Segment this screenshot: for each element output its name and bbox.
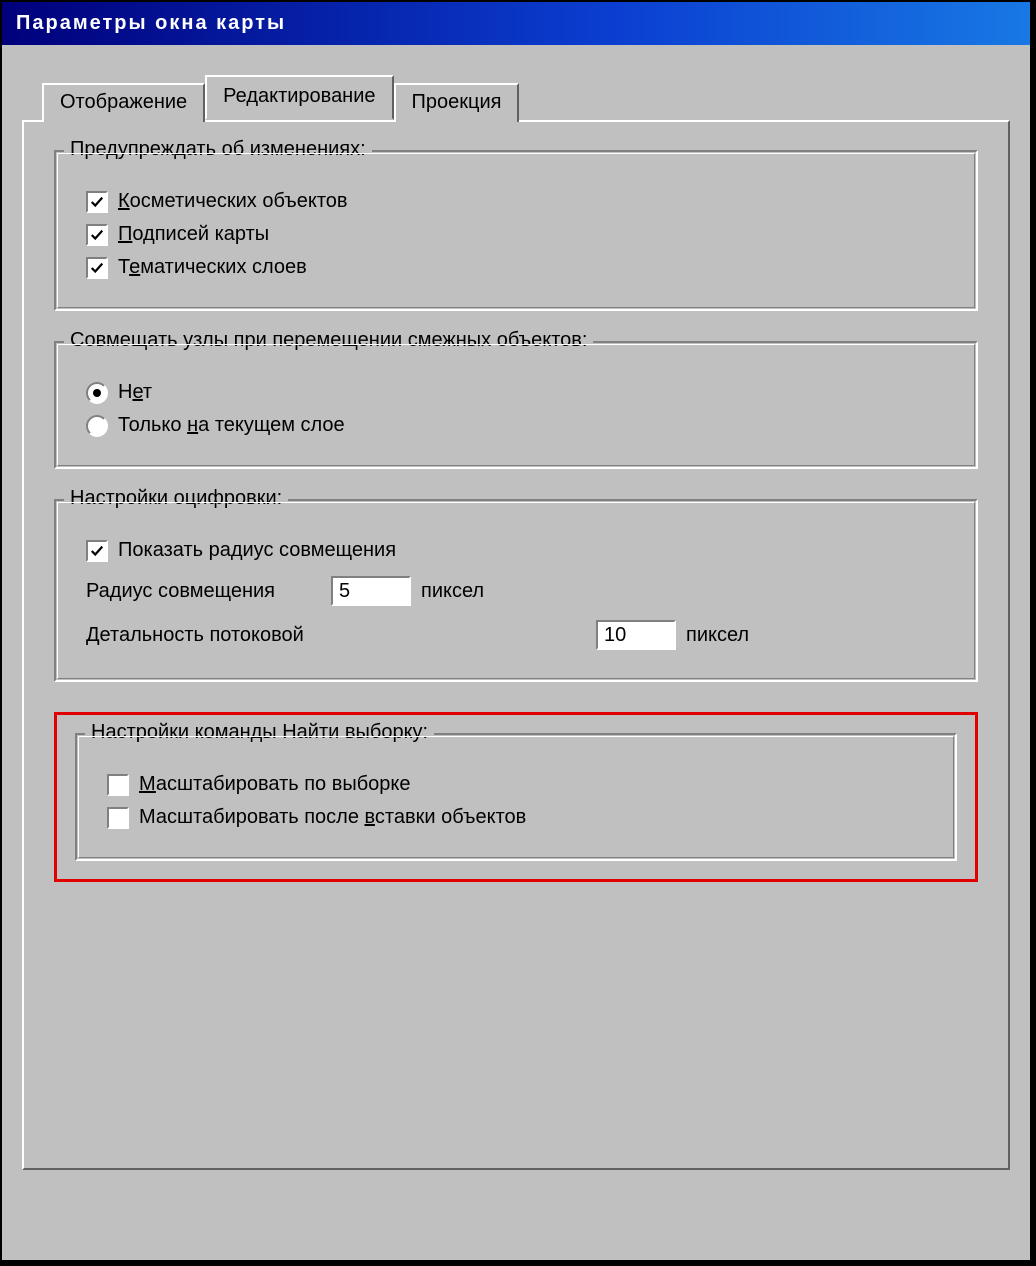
group-digitize-legend: Настройки оцифровки: bbox=[64, 487, 288, 510]
detail-unit: пиксел bbox=[686, 624, 749, 647]
group-find-selection: Настройки команды Найти выборку: Масштаб… bbox=[75, 733, 957, 861]
check-icon bbox=[90, 228, 104, 242]
radius-label: Радиус совмещения bbox=[86, 580, 321, 603]
check-labels[interactable]: Подписей карты bbox=[86, 223, 269, 246]
tab-display-label: Отображение bbox=[60, 91, 187, 113]
check-cosmetic-box bbox=[86, 191, 108, 213]
group-digitize: Настройки оцифровки: Показать радиус сов… bbox=[54, 499, 978, 682]
group-snap-legend: Совмещать узлы при перемещении смежных о… bbox=[64, 329, 593, 352]
radio-current-layer-label: Только на текущем слое bbox=[118, 414, 345, 437]
check-thematic[interactable]: Тематических слоев bbox=[86, 256, 307, 279]
group-warn-legend: Предупреждать об изменениях: bbox=[64, 138, 372, 161]
radio-dot-icon bbox=[93, 389, 101, 397]
check-zoom-selection-label: Масштабировать по выборке bbox=[139, 773, 411, 796]
tab-projection[interactable]: Проекция bbox=[394, 83, 520, 122]
group-snap: Совмещать узлы при перемещении смежных о… bbox=[54, 341, 978, 469]
check-show-radius[interactable]: Показать радиус совмещения bbox=[86, 539, 396, 562]
tab-projection-label: Проекция bbox=[412, 91, 502, 113]
radius-unit: пиксел bbox=[421, 580, 484, 603]
check-zoom-paste-box bbox=[107, 807, 129, 829]
check-icon bbox=[90, 544, 104, 558]
check-show-radius-box bbox=[86, 540, 108, 562]
check-icon bbox=[90, 195, 104, 209]
tab-panel-editing: Предупреждать об изменениях: Косметическ… bbox=[22, 120, 1010, 1170]
check-zoom-paste-label: Масштабировать после вставки объектов bbox=[139, 806, 526, 829]
check-labels-label: Подписей карты bbox=[118, 223, 269, 246]
detail-input[interactable] bbox=[596, 620, 676, 650]
check-icon bbox=[90, 261, 104, 275]
check-cosmetic-label: Косметических объектов bbox=[118, 190, 348, 213]
check-thematic-label: Тематических слоев bbox=[118, 256, 307, 279]
radio-current-layer-box bbox=[86, 415, 108, 437]
radio-no-label: Нет bbox=[118, 381, 152, 404]
tab-display[interactable]: Отображение bbox=[42, 83, 205, 122]
radio-current-layer[interactable]: Только на текущем слое bbox=[86, 414, 345, 437]
check-labels-box bbox=[86, 224, 108, 246]
check-zoom-selection[interactable]: Масштабировать по выборке bbox=[107, 773, 411, 796]
check-zoom-selection-box bbox=[107, 774, 129, 796]
titlebar: Параметры окна карты bbox=[2, 2, 1030, 45]
check-thematic-box bbox=[86, 257, 108, 279]
dialog-window: Параметры окна карты Отображение Редакти… bbox=[0, 0, 1032, 1262]
check-zoom-paste[interactable]: Масштабировать после вставки объектов bbox=[107, 806, 526, 829]
detail-label: Детальность потоковой bbox=[86, 624, 586, 647]
radio-no[interactable]: Нет bbox=[86, 381, 152, 404]
tab-strip: Отображение Редактирование Проекция bbox=[42, 75, 1010, 120]
client-area: Отображение Редактирование Проекция Пред… bbox=[2, 45, 1030, 1190]
check-show-radius-label: Показать радиус совмещения bbox=[118, 539, 396, 562]
check-cosmetic[interactable]: Косметических объектов bbox=[86, 190, 348, 213]
radio-no-box bbox=[86, 382, 108, 404]
radius-input[interactable] bbox=[331, 576, 411, 606]
window-title: Параметры окна карты bbox=[16, 12, 286, 34]
tab-editing[interactable]: Редактирование bbox=[205, 75, 393, 120]
group-warn: Предупреждать об изменениях: Косметическ… bbox=[54, 150, 978, 311]
group-find-legend: Настройки команды Найти выборку: bbox=[85, 721, 434, 744]
tab-editing-label: Редактирование bbox=[223, 85, 375, 107]
highlight-box: Настройки команды Найти выборку: Масштаб… bbox=[54, 712, 978, 882]
